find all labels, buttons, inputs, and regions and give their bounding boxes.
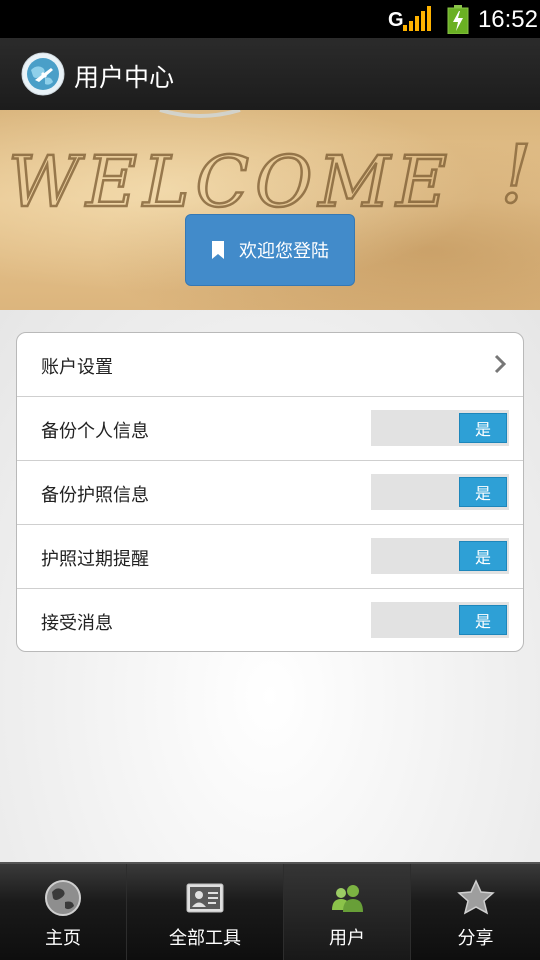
setting-label: 接受消息 bbox=[41, 613, 113, 634]
backup-passport-info-row: 备份护照信息 是 bbox=[17, 461, 523, 525]
nav-all-tools-label: 全部工具 bbox=[169, 928, 241, 949]
bottom-nav: 主页 全部工具 用户 分享 bbox=[0, 862, 540, 960]
nav-home-label: 主页 bbox=[45, 928, 81, 949]
welcome-sand-text: WELCOME bbox=[8, 141, 453, 223]
receive-messages-toggle[interactable]: 是 bbox=[371, 602, 509, 638]
page-title: 用户中心 bbox=[74, 63, 175, 92]
backup-personal-info-toggle[interactable]: 是 bbox=[371, 410, 509, 446]
bookmark-icon bbox=[212, 241, 224, 259]
nav-all-tools[interactable]: 全部工具 bbox=[127, 864, 283, 960]
nav-share-label: 分享 bbox=[457, 928, 494, 949]
battery-charging-icon bbox=[447, 5, 469, 34]
setting-label: 备份个人信息 bbox=[41, 421, 149, 442]
title-bar: 用户中心 bbox=[0, 38, 540, 111]
toggle-knob: 是 bbox=[459, 541, 507, 571]
svg-text:!: ! bbox=[500, 128, 532, 221]
status-bar: G 16:52 bbox=[0, 0, 540, 38]
backup-passport-info-toggle[interactable]: 是 bbox=[371, 474, 509, 510]
toggle-knob: 是 bbox=[459, 413, 507, 443]
toggle-knob: 是 bbox=[459, 477, 507, 507]
svg-text:G: G bbox=[388, 9, 404, 31]
toggle-knob: 是 bbox=[459, 605, 507, 635]
welcome-login-label: 欢迎您登陆 bbox=[239, 241, 329, 262]
chevron-right-icon bbox=[494, 354, 507, 374]
users-icon bbox=[332, 885, 363, 912]
nav-share[interactable]: 分享 bbox=[411, 864, 540, 960]
passport-expiry-reminder-row: 护照过期提醒 是 bbox=[17, 525, 523, 589]
account-settings-row[interactable]: 账户设置 bbox=[17, 333, 523, 397]
welcome-login-button[interactable]: 欢迎您登陆 bbox=[185, 214, 355, 286]
main-content: 账户设置 备份个人信息 是 备份护照信息 是 护照过期提醒 是 接受消息 是 bbox=[0, 310, 540, 862]
passport-expiry-reminder-toggle[interactable]: 是 bbox=[371, 538, 509, 574]
backup-personal-info-row: 备份个人信息 是 bbox=[17, 397, 523, 461]
settings-list: 账户设置 备份个人信息 是 备份护照信息 是 护照过期提醒 是 接受消息 是 bbox=[16, 332, 524, 652]
welcome-banner: WELCOME ! 欢迎您登陆 bbox=[0, 110, 540, 310]
nav-home[interactable]: 主页 bbox=[0, 864, 126, 960]
setting-label: 备份护照信息 bbox=[41, 485, 149, 506]
star-icon bbox=[456, 879, 495, 915]
nav-user-label: 用户 bbox=[329, 928, 365, 949]
receive-messages-row: 接受消息 是 bbox=[17, 589, 523, 651]
account-settings-label: 账户设置 bbox=[41, 357, 113, 378]
contact-card-icon bbox=[186, 883, 224, 913]
nav-user[interactable]: 用户 bbox=[284, 864, 410, 960]
globe-icon bbox=[45, 880, 81, 916]
clock: 16:52 bbox=[477, 6, 538, 33]
signal-icon: G bbox=[388, 6, 431, 31]
globe-plane-icon bbox=[21, 52, 65, 96]
setting-label: 护照过期提醒 bbox=[41, 549, 149, 570]
